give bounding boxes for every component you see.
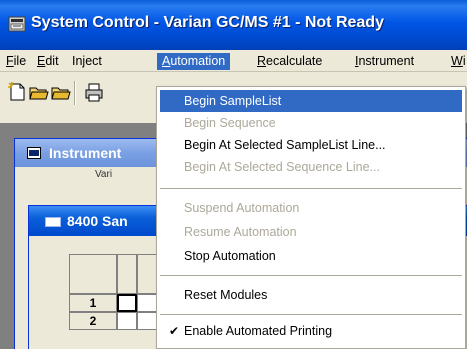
menu-window[interactable]: Wi <box>446 53 467 70</box>
instrument-window-title: Instrument <box>49 145 122 161</box>
menu-item-begin-samplelist[interactable]: Begin SampleList <box>160 90 462 112</box>
window-icon <box>27 147 41 159</box>
menu-automation[interactable]: Automation <box>157 53 231 70</box>
instrument-window-subtitle: Vari <box>95 169 113 180</box>
menu-file[interactable]: File <box>1 53 31 70</box>
print-button[interactable] <box>82 80 106 104</box>
menu-item-begin-sequence[interactable]: Begin Sequence <box>160 112 462 134</box>
grid-cell[interactable] <box>117 312 137 330</box>
app-icon <box>8 16 26 32</box>
menu-item-begin-at-selected-samplelist-line[interactable]: Begin At Selected SampleList Line... <box>160 134 462 156</box>
open-icon <box>29 87 49 100</box>
new-button[interactable] <box>5 80 29 104</box>
folder-icon <box>51 87 71 100</box>
window-title: System Control - Varian GC/MS #1 - Not R… <box>31 14 384 31</box>
grid-cell[interactable] <box>117 294 137 312</box>
menu-recalculate[interactable]: Recalculate <box>252 53 327 70</box>
menu-bar: File Edit Inject Automation Recalculate … <box>0 50 467 72</box>
automation-menu: Begin SampleList Begin Sequence Begin At… <box>156 86 466 349</box>
grid-row-header[interactable]: 1 <box>69 294 117 312</box>
grid-cell[interactable] <box>137 312 157 330</box>
menu-inject[interactable]: Inject <box>67 53 107 70</box>
grid-column-header[interactable] <box>137 254 157 294</box>
window-icon <box>45 217 61 227</box>
menu-edit[interactable]: Edit <box>32 53 64 70</box>
menu-item-enable-automated-printing[interactable]: ✔ Enable Automated Printing <box>160 320 462 342</box>
grid-column-header[interactable] <box>117 254 137 294</box>
samplelist-window-title: 8400 San <box>67 213 128 229</box>
menu-item-begin-at-selected-sequence-line[interactable]: Begin At Selected Sequence Line... <box>160 156 462 178</box>
new-icon <box>8 82 25 101</box>
open-folder-button[interactable] <box>49 80 73 104</box>
menu-separator <box>160 188 462 189</box>
grid-row-header[interactable]: 2 <box>69 312 117 330</box>
toolbar-separator <box>74 81 76 105</box>
checkmark-icon: ✔ <box>169 324 180 338</box>
menu-item-suspend-automation[interactable]: Suspend Automation <box>160 197 462 219</box>
open-button[interactable] <box>27 80 51 104</box>
menu-separator <box>160 275 462 276</box>
grid-corner <box>69 254 117 294</box>
menu-item-resume-automation[interactable]: Resume Automation <box>160 221 462 243</box>
menu-instrument[interactable]: Instrument <box>350 53 419 70</box>
print-icon <box>85 83 103 102</box>
menu-separator <box>160 314 462 315</box>
title-bar[interactable]: System Control - Varian GC/MS #1 - Not R… <box>0 0 467 50</box>
menu-item-stop-automation[interactable]: Stop Automation <box>160 245 462 267</box>
menu-item-reset-modules[interactable]: Reset Modules <box>160 284 462 306</box>
menu-item-label: Enable Automated Printing <box>184 324 333 338</box>
grid-cell[interactable] <box>137 294 157 312</box>
